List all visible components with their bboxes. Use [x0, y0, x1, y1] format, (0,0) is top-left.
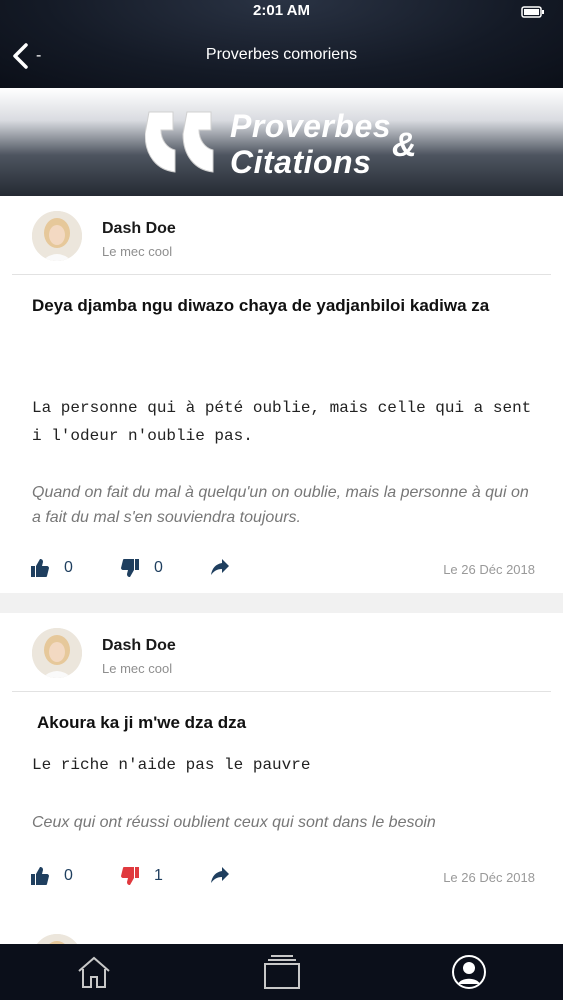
- meaning-text: Quand on fait du mal à quelqu'un on oubl…: [32, 484, 529, 526]
- like-count: 0: [64, 559, 73, 576]
- avatar-image: [32, 934, 82, 944]
- home-icon: [78, 956, 110, 988]
- thumbs-up-icon: [31, 559, 49, 577]
- proverb-text: Deya djamba ngu diwazo chaya de yadjanbi…: [32, 296, 490, 315]
- proverb-card: Dash Doe Le mec cool Akoura ka ji m'we d…: [0, 613, 563, 918]
- proverb-card: [0, 918, 563, 944]
- like-count: 0: [64, 867, 73, 884]
- battery-icon: [521, 6, 544, 18]
- card-actions: 0 0 Le 26 Déc 2018: [0, 558, 563, 588]
- profile-icon: [452, 955, 486, 989]
- dislike-button[interactable]: 0: [120, 558, 163, 578]
- post-date: Le 26 Déc 2018: [443, 870, 535, 885]
- author-name[interactable]: Dash Doe: [102, 220, 176, 238]
- like-button[interactable]: 0: [30, 558, 73, 578]
- avatar[interactable]: [32, 934, 82, 944]
- like-button[interactable]: 0: [30, 866, 73, 886]
- banner-ampersand: &: [392, 126, 417, 164]
- thumbs-down-icon: [121, 559, 139, 577]
- banner-title-line1: Proverbes: [230, 108, 392, 144]
- card-actions: 0 1 Le 26 Déc 2018: [0, 866, 563, 896]
- dislike-count: 0: [154, 559, 163, 576]
- status-time: 2:01 AM: [253, 2, 310, 19]
- translation-text: Le riche n'aide pas le pauvre: [32, 756, 311, 774]
- proverb-text: Akoura ka ji m'we dza dza: [37, 713, 247, 732]
- author-subtitle: Le mec cool: [102, 661, 173, 676]
- share-button[interactable]: [210, 558, 230, 576]
- banner-title-line2: Citations: [230, 144, 372, 180]
- dislike-button[interactable]: 1: [120, 866, 163, 886]
- divider: [12, 691, 551, 692]
- tab-bar: [0, 944, 563, 1000]
- avatar[interactable]: [32, 628, 82, 678]
- header-banner: Proverbes Citations &: [0, 88, 563, 196]
- post-date: Le 26 Déc 2018: [443, 562, 535, 577]
- author-subtitle: Le mec cool: [102, 244, 173, 259]
- proverb-feed[interactable]: Dash Doe Le mec cool Deya djamba ngu diw…: [0, 196, 563, 944]
- tab-home[interactable]: [76, 954, 112, 990]
- translation-text: La personne qui à pété oublie, mais cell…: [32, 399, 532, 445]
- avatar[interactable]: [32, 211, 82, 261]
- card-header: Dash Doe Le mec cool: [0, 196, 563, 276]
- author-name[interactable]: Dash Doe: [102, 637, 176, 655]
- thumbs-up-icon: [31, 867, 49, 885]
- share-icon: [211, 559, 229, 575]
- divider: [12, 274, 551, 275]
- share-icon: [211, 867, 229, 883]
- card-header: Dash Doe Le mec cool: [0, 613, 563, 693]
- top-bar: 2:01 AM - Proverbes comoriens: [0, 0, 563, 88]
- cards-icon: [264, 955, 300, 989]
- avatar-image: [32, 628, 82, 678]
- tab-profile[interactable]: [451, 954, 487, 990]
- dislike-count: 1: [154, 867, 163, 884]
- quote-icon: [145, 111, 214, 173]
- meaning-text: Ceux qui ont réussi oublient ceux qui so…: [32, 814, 436, 831]
- status-bar: 2:01 AM: [0, 2, 563, 24]
- page-title: Proverbes comoriens: [205, 46, 358, 63]
- proverb-card: Dash Doe Le mec cool Deya djamba ngu diw…: [0, 196, 563, 593]
- avatar-image: [32, 211, 82, 261]
- thumbs-down-icon: [121, 867, 139, 885]
- share-button[interactable]: [210, 866, 230, 884]
- tab-cards[interactable]: [262, 954, 302, 990]
